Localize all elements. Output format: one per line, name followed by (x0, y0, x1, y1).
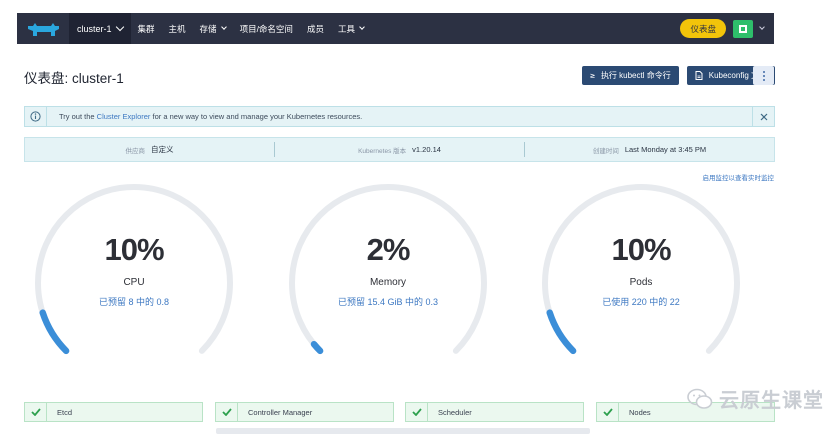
cpu-gauge: 10% CPU 已预留 8 中的 0.8 (33, 182, 235, 362)
gauge-ring (35, 183, 233, 355)
nav-members-label: 成员 (306, 23, 324, 34)
nav-storage-label: 存储 (199, 23, 217, 34)
nav-projects-label: 项目/命名空间 (239, 23, 293, 34)
banner-close-icon[interactable] (752, 107, 774, 126)
gauge-ring (542, 183, 740, 355)
avatar-icon (736, 22, 750, 35)
top-nav-bar: cluster-1 集群 主机 存储 项目/命名空间 成员 工具 仪表盘 (17, 13, 774, 44)
created-label: 创建时间 (592, 147, 619, 155)
check-icon (406, 403, 428, 421)
check-icon (597, 403, 619, 421)
memory-reserved-text: 已预留 15.4 GiB 中的 0.3 (337, 297, 439, 307)
page-title: 仪表盘: cluster-1 (24, 71, 124, 86)
main-menu: 集群 主机 存储 项目/命名空间 成员 工具 (131, 13, 371, 44)
banner-text-after: for a new way to view and manage your Ku… (150, 112, 363, 121)
nav-hosts[interactable]: 主机 (162, 23, 193, 35)
gauge-track (289, 183, 487, 354)
dashboard-button[interactable]: 仪表盘 (680, 19, 726, 38)
k8s-version-cell: Kubernetes 版本 v1.20.14 (274, 142, 524, 157)
more-actions-button[interactable] (753, 66, 774, 85)
memory-label: Memory (369, 277, 407, 288)
cluster-explorer-link[interactable]: Cluster Explorer (97, 112, 151, 121)
provider-cell: 供应商 自定义 (25, 142, 274, 157)
check-icon (216, 403, 238, 421)
info-icon (25, 107, 47, 126)
component-controller-manager: Controller Manager (215, 402, 394, 422)
nav-hosts-label: 主机 (168, 23, 186, 34)
gauge-fill (39, 309, 70, 355)
gauge-ring (289, 183, 487, 355)
created-cell: 创建时间 Last Monday at 3:45 PM (524, 142, 774, 157)
component-name: Etcd (57, 407, 73, 417)
wechat-icon (687, 388, 713, 409)
nav-cluster[interactable]: 集群 (131, 23, 162, 35)
cpu-label: CPU (123, 277, 145, 288)
pods-percent: 10% (611, 232, 671, 267)
cluster-name: cluster-1 (77, 23, 112, 34)
cpu-percent: 10% (104, 232, 164, 267)
gauge-track (35, 183, 233, 354)
component-scheduler: Scheduler (405, 402, 584, 422)
nav-storage[interactable]: 存储 (193, 23, 233, 35)
pods-label: Pods (629, 277, 653, 288)
info-banner: Try out the Cluster Explorer for a new w… (24, 106, 775, 127)
component-name: Scheduler (438, 407, 472, 417)
nav-tools-label: 工具 (337, 23, 355, 34)
memory-gauge: 2% Memory 已预留 15.4 GiB 中的 0.3 (287, 182, 489, 362)
check-icon (25, 403, 47, 421)
vertical-ellipsis-icon (762, 70, 765, 82)
cluster-switcher[interactable]: cluster-1 (69, 13, 131, 44)
nav-members[interactable]: 成员 (300, 23, 331, 35)
created-value: Last Monday at 3:45 PM (624, 145, 707, 154)
nav-tools[interactable]: 工具 (331, 23, 371, 35)
component-name: Nodes (629, 407, 651, 417)
pods-used-text: 已使用 220 中的 22 (602, 297, 680, 307)
chevron-down-icon (220, 24, 227, 30)
chevron-down-icon (115, 22, 124, 31)
nav-cluster-label: 集群 (137, 23, 155, 34)
memory-percent: 2% (366, 232, 411, 267)
gauge-fill (546, 309, 577, 355)
scroll-content-edge (216, 428, 590, 434)
rancher-cow-icon (28, 22, 59, 36)
user-avatar[interactable] (733, 19, 753, 38)
chevron-down-icon (359, 24, 365, 30)
watermark: 云原生课堂 (687, 384, 824, 413)
cpu-reserved-text: 已预留 8 中的 0.8 (98, 297, 170, 307)
component-etcd: Etcd (24, 402, 203, 422)
terminal-icon: ≥ (590, 71, 595, 80)
provider-label: 供应商 (125, 147, 146, 155)
title-actions: ≥ 执行 kubectl 命令行 Kubeconfig 文件 (582, 66, 775, 85)
user-menu-chevron-icon[interactable] (759, 24, 765, 30)
kubectl-shell-button[interactable]: ≥ 执行 kubectl 命令行 (582, 66, 679, 85)
k8s-version-value: v1.20.14 (412, 145, 441, 154)
nav-projects[interactable]: 项目/命名空间 (233, 23, 300, 35)
component-name: Controller Manager (248, 407, 313, 417)
kubectl-button-label: 执行 kubectl 命令行 (600, 71, 671, 80)
banner-message: Try out the Cluster Explorer for a new w… (47, 112, 752, 121)
k8s-version-label: Kubernetes 版本 (358, 147, 407, 155)
gauge-fill (310, 340, 324, 355)
gauge-track (542, 183, 740, 354)
enable-monitoring-link[interactable]: 启用监控以查看实时监控 (703, 172, 775, 182)
banner-text-before: Try out the (59, 112, 97, 121)
cluster-info-bar: 供应商 自定义 Kubernetes 版本 v1.20.14 创建时间 Last… (24, 137, 775, 162)
pods-gauge: 10% Pods 已使用 220 中的 22 (540, 182, 742, 362)
watermark-text: 云原生课堂 (719, 390, 824, 412)
file-icon (695, 71, 703, 80)
provider-value: 自定义 (151, 145, 174, 154)
topbar-right: 仪表盘 (680, 19, 774, 38)
rancher-logo[interactable] (17, 13, 69, 44)
